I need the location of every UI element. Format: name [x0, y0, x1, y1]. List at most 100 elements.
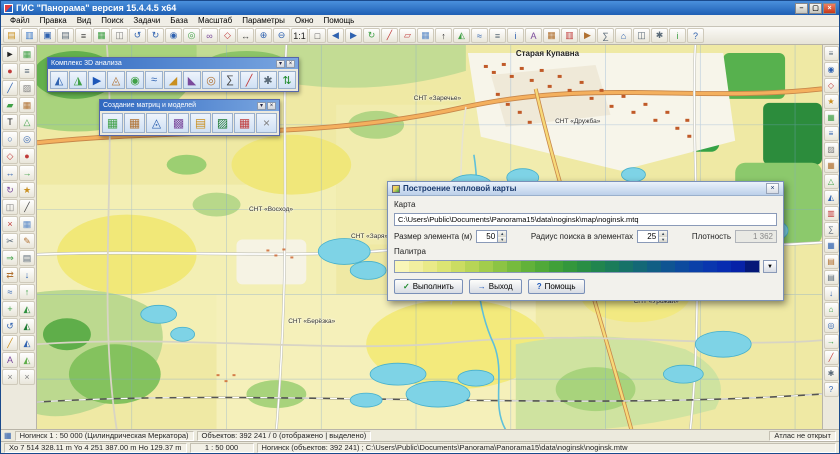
import-icon[interactable]: ↑	[19, 284, 35, 300]
surface-view-icon[interactable]: ◮	[69, 71, 87, 89]
coordinate-grid-icon[interactable]: ▦	[19, 216, 35, 232]
exit-button[interactable]: → Выход	[469, 279, 522, 294]
database-icon[interactable]: ▦	[543, 28, 560, 43]
heat-map-icon[interactable]: ▦	[234, 113, 255, 133]
menu-options[interactable]: Параметры	[237, 16, 290, 25]
menu-search[interactable]: Поиск	[96, 16, 128, 25]
profile-3d-icon[interactable]: ≈	[145, 71, 163, 89]
chart-icon[interactable]: ▥	[561, 28, 578, 43]
north-arrow-icon[interactable]: ↑	[435, 28, 452, 43]
menu-view[interactable]: Вид	[72, 16, 96, 25]
help-panel-icon[interactable]: ?	[824, 382, 839, 397]
measure-length-icon[interactable]: ╱	[381, 28, 398, 43]
map-path-input[interactable]: C:\Users\Public\Documents\Panorama15\dat…	[394, 213, 777, 226]
panel-3d-title-bar[interactable]: Комплекс 3D анализа ▾ ×	[48, 58, 298, 69]
maximize-button[interactable]: ▢	[809, 3, 822, 14]
object-list-panel-icon[interactable]: ≡	[824, 46, 839, 61]
slope-map-icon[interactable]: ◢	[164, 71, 182, 89]
tasks-icon[interactable]: ▶	[579, 28, 596, 43]
attributes-edit-icon[interactable]: A	[2, 352, 18, 368]
measure-panel-icon[interactable]: ╱	[824, 350, 839, 365]
volume-calc-icon[interactable]: ∑	[221, 71, 239, 89]
menu-file[interactable]: Файл	[5, 16, 35, 25]
binoculars-icon[interactable]: ∞	[201, 28, 218, 43]
layers-icon[interactable]: ≡	[489, 28, 506, 43]
scale-1-1-button[interactable]: 1:1	[291, 28, 308, 43]
create-circle-icon[interactable]: ○	[2, 131, 18, 147]
bar-chart-icon[interactable]: ▥	[824, 206, 839, 221]
bookmarks-icon[interactable]: ★	[19, 182, 35, 198]
execute-button[interactable]: ✓ Выполнить	[394, 279, 463, 294]
tin-icon[interactable]: △	[19, 114, 35, 130]
rotate-object-icon[interactable]: ↻	[2, 182, 18, 198]
view-3d-icon[interactable]: ◭	[453, 28, 470, 43]
panel-close-icon[interactable]: ×	[19, 369, 35, 385]
panel-matrix-close-button[interactable]: ×	[267, 102, 276, 110]
delete-object-icon[interactable]: ×	[2, 216, 18, 232]
map-notes-icon[interactable]: ✎	[19, 233, 35, 249]
aspect-map-icon[interactable]: ◣	[183, 71, 201, 89]
move-object-icon[interactable]: ↔	[2, 165, 18, 181]
map-contents-icon[interactable]: ≡	[75, 28, 92, 43]
classifier-icon[interactable]: ▦	[19, 46, 35, 62]
measure-area-icon[interactable]: ▱	[399, 28, 416, 43]
copy-object-icon[interactable]: ◫	[2, 199, 18, 215]
close-matrix-panel-icon[interactable]: ×	[256, 113, 277, 133]
raster-icon[interactable]: ▨	[19, 80, 35, 96]
save-icon[interactable]: ▣	[39, 28, 56, 43]
atlas-icon[interactable]: ⌂	[615, 28, 632, 43]
panel-3d-close-button[interactable]: ×	[286, 60, 295, 68]
element-size-down-button[interactable]: ▼	[498, 237, 506, 243]
panel-3d-menu-button[interactable]: ▾	[276, 60, 285, 68]
dock-panel-icon[interactable]: ⇅	[278, 71, 296, 89]
menu-tasks[interactable]: Задачи	[128, 16, 165, 25]
window-cascade-icon[interactable]: ◫	[633, 28, 650, 43]
print-panel-icon[interactable]: ▤	[824, 270, 839, 285]
statistics-panel-icon[interactable]: ∑	[824, 222, 839, 237]
fit-extent-icon[interactable]: □	[309, 28, 326, 43]
panel-3d-icon[interactable]: ◭	[824, 190, 839, 205]
dialog-title-bar[interactable]: Построение тепловой карты ×	[388, 182, 783, 196]
palette-strip[interactable]	[394, 260, 760, 273]
dialog-close-button[interactable]: ×	[766, 183, 779, 194]
macros-icon[interactable]: ∑	[597, 28, 614, 43]
search-panel-icon[interactable]: ◉	[824, 62, 839, 77]
panel-matrix-title-bar[interactable]: Создание матриц и моделей ▾ ×	[100, 100, 279, 111]
create-heights-matrix-icon[interactable]: ▦	[102, 113, 123, 133]
create-line-icon[interactable]: ╱	[2, 80, 18, 96]
select-panel-icon[interactable]: ◇	[824, 78, 839, 93]
web-services-icon[interactable]: ◎	[824, 318, 839, 333]
cut-object-icon[interactable]: ✂	[2, 233, 18, 249]
layers-panel-icon[interactable]: ≡	[19, 63, 35, 79]
attributes-icon[interactable]: A	[525, 28, 542, 43]
object-info-icon[interactable]: i	[507, 28, 524, 43]
bookmarks-panel-icon[interactable]: ★	[824, 94, 839, 109]
model-3d-blue-icon[interactable]: ◭	[19, 335, 35, 351]
matrix-panel-icon[interactable]: ▦	[824, 158, 839, 173]
flight-3d-icon[interactable]: ▶	[88, 71, 106, 89]
create-text-icon[interactable]: T	[2, 114, 18, 130]
help-icon[interactable]: ?	[687, 28, 704, 43]
profile-icon[interactable]: ≈	[471, 28, 488, 43]
tin-panel-icon[interactable]: △	[824, 174, 839, 189]
element-size-stepper[interactable]: 50 ▲ ▼	[476, 230, 507, 243]
relief-shading-icon[interactable]: ◬	[107, 71, 125, 89]
menu-window[interactable]: Окно	[290, 16, 319, 25]
radius-value[interactable]: 25	[638, 231, 658, 242]
model-3d-green-icon[interactable]: ◭	[19, 301, 35, 317]
minimize-button[interactable]: –	[795, 3, 808, 14]
undo-icon[interactable]: ↺	[129, 28, 146, 43]
menu-edit[interactable]: Правка	[35, 16, 72, 25]
database-panel-icon[interactable]: ▦	[824, 238, 839, 253]
close-button[interactable]: ×	[823, 3, 836, 14]
legend-icon[interactable]: ▦	[93, 28, 110, 43]
model-3d-light-icon[interactable]: ◭	[19, 352, 35, 368]
matrix-by-grid-icon[interactable]: ▨	[212, 113, 233, 133]
select-objects-icon[interactable]: ◇	[219, 28, 236, 43]
snap-icon[interactable]: +	[2, 301, 18, 317]
export-icon[interactable]: ↓	[19, 267, 35, 283]
print-icon[interactable]: ▤	[57, 28, 74, 43]
copy-icon[interactable]: ◫	[111, 28, 128, 43]
zoom-out-icon[interactable]: ⊖	[273, 28, 290, 43]
atlas-panel-icon[interactable]: ⌂	[824, 302, 839, 317]
